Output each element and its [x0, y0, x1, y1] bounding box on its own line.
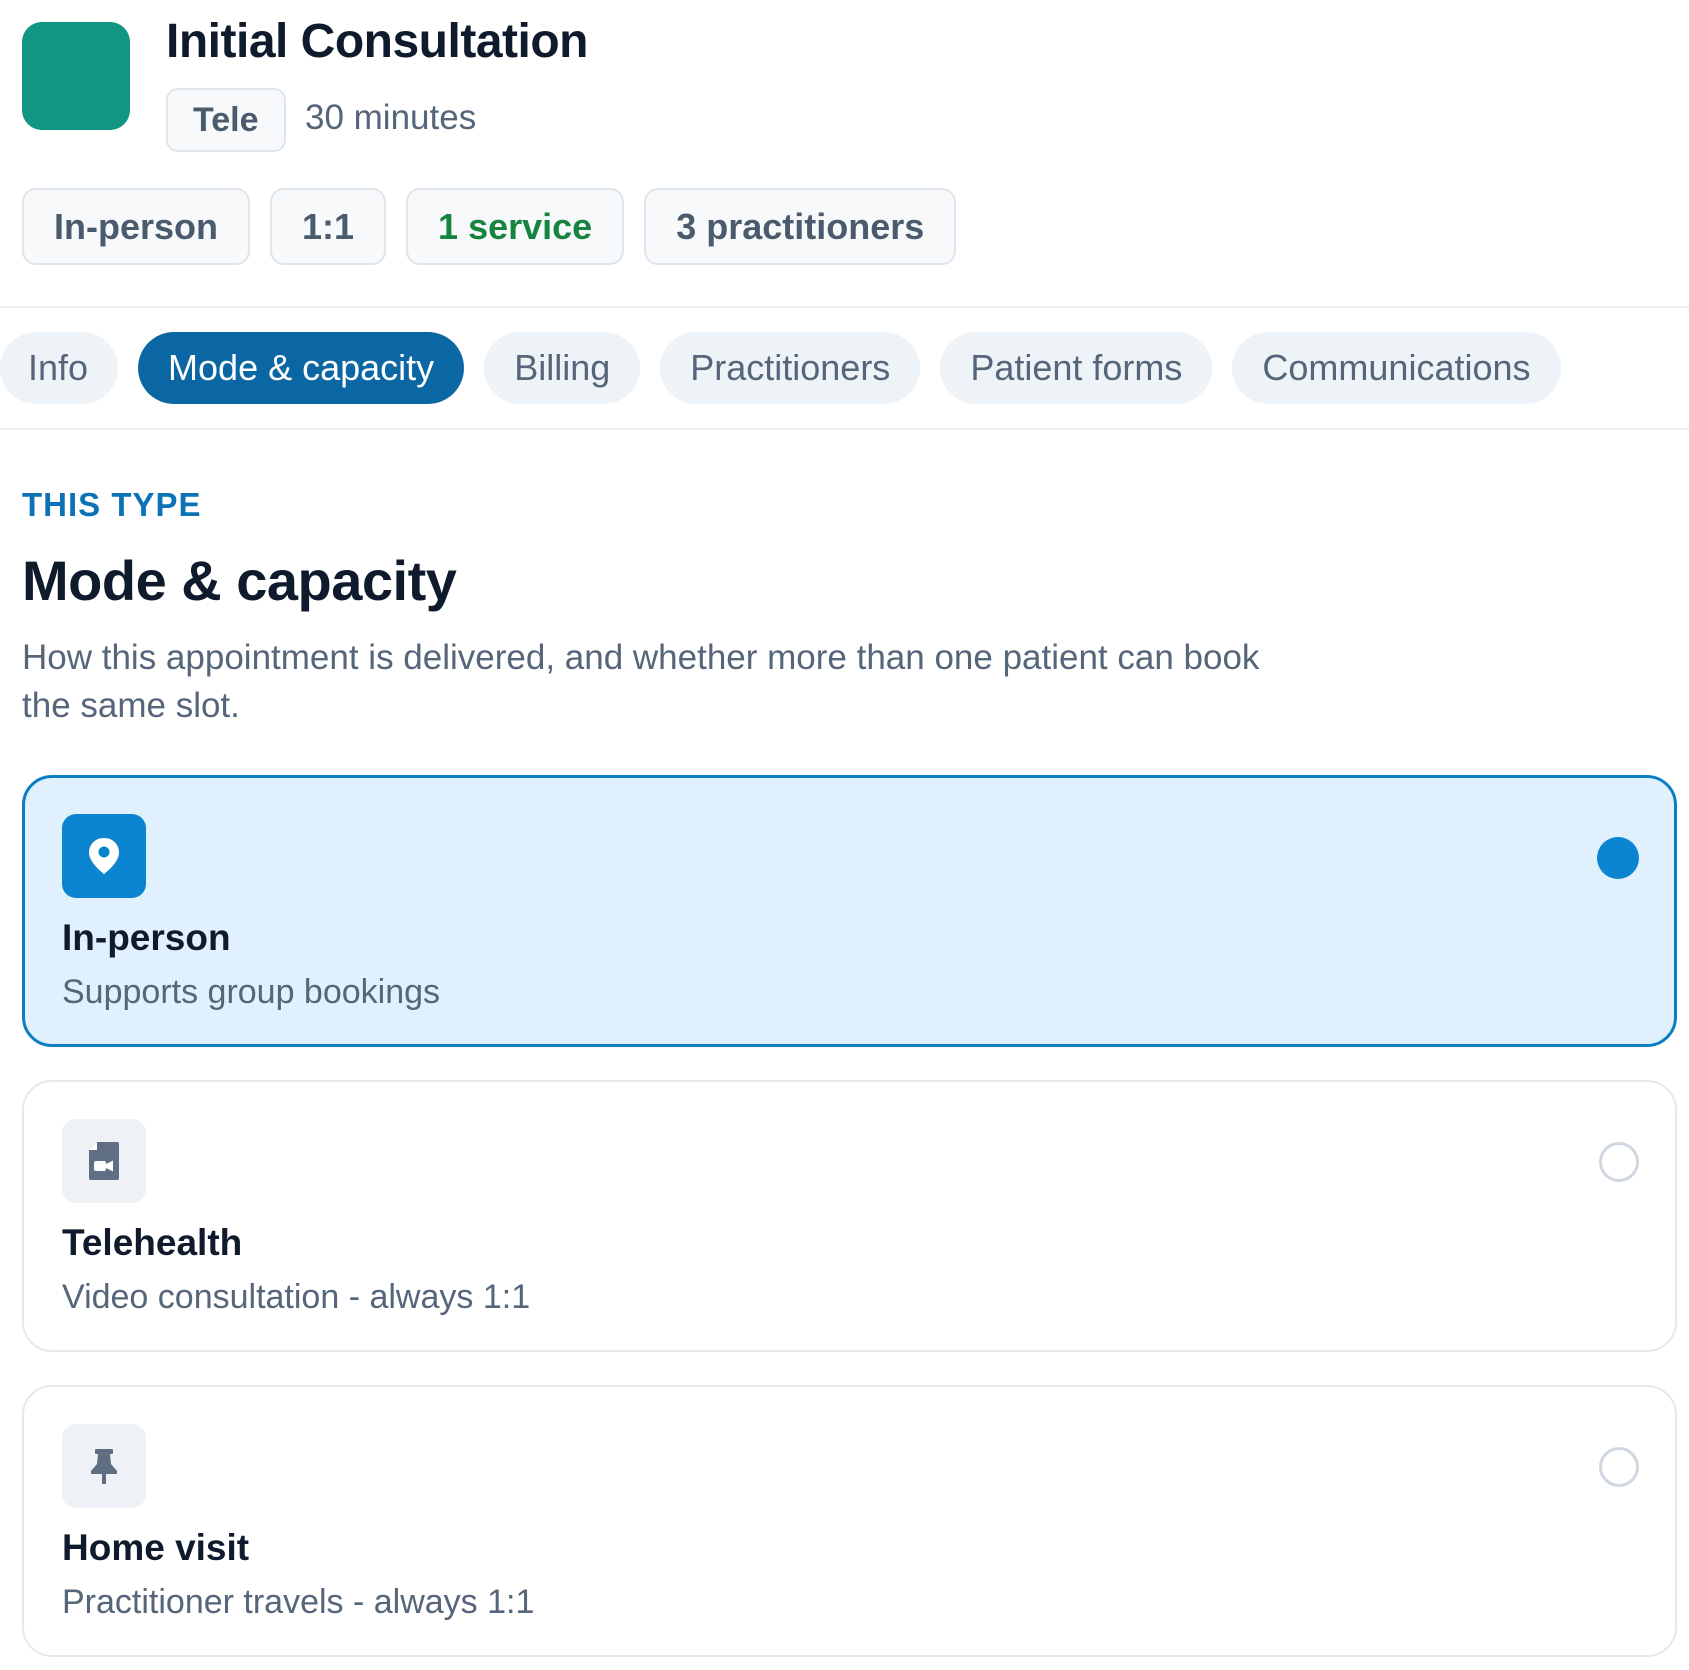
tab-info[interactable]: Info — [0, 332, 119, 404]
section-title: Mode & capacity — [22, 549, 457, 612]
chip-services: 1 service — [406, 188, 625, 265]
tab-patient-forms[interactable]: Patient forms — [940, 332, 1213, 404]
radio-unselected[interactable] — [1599, 1142, 1639, 1182]
video-file-icon — [62, 1119, 146, 1203]
page-title: Initial Consultation — [166, 15, 588, 68]
option-description: Video consultation - always 1:1 — [62, 1278, 531, 1316]
option-description: Supports group bookings — [62, 973, 441, 1011]
option-label: Home visit — [62, 1527, 250, 1568]
section-description: How this appointment is delivered, and w… — [22, 638, 1260, 725]
tab-mode-capacity[interactable]: Mode & capacity — [138, 332, 465, 404]
pushpin-icon — [62, 1424, 146, 1508]
mode-option-home-visit[interactable]: Home visit Practitioner travels - always… — [22, 1385, 1677, 1657]
tab-bar: Info Mode & capacity Billing Practitione… — [0, 332, 1561, 404]
chip-practitioners: 3 practitioners — [644, 188, 957, 265]
tab-communications[interactable]: Communications — [1232, 332, 1561, 404]
radio-selected[interactable] — [1597, 837, 1639, 879]
mode-option-in-person[interactable]: In-person Supports group bookings — [22, 775, 1677, 1047]
appointment-header: Initial Consultation Tele 30 minutes In-… — [0, 0, 1689, 308]
section-eyebrow: THIS TYPE — [22, 486, 202, 523]
chip-mode: In-person — [22, 188, 251, 265]
color-swatch[interactable] — [22, 22, 130, 130]
option-label: Telehealth — [62, 1222, 243, 1263]
tab-billing[interactable]: Billing — [484, 332, 641, 404]
map-pin-icon — [62, 814, 146, 898]
chip-capacity: 1:1 — [270, 188, 387, 265]
option-description: Practitioner travels - always 1:1 — [62, 1583, 535, 1621]
tabs-divider — [0, 428, 1689, 430]
mode-option-telehealth[interactable]: Telehealth Video consultation - always 1… — [22, 1080, 1677, 1352]
radio-unselected[interactable] — [1599, 1447, 1639, 1487]
duration-label: 30 minutes — [305, 98, 477, 137]
tele-tag: Tele — [166, 88, 286, 152]
tab-practitioners[interactable]: Practitioners — [660, 332, 921, 404]
summary-chips: In-person 1:1 1 service 3 practitioners — [22, 188, 957, 265]
option-label: In-person — [62, 917, 231, 958]
